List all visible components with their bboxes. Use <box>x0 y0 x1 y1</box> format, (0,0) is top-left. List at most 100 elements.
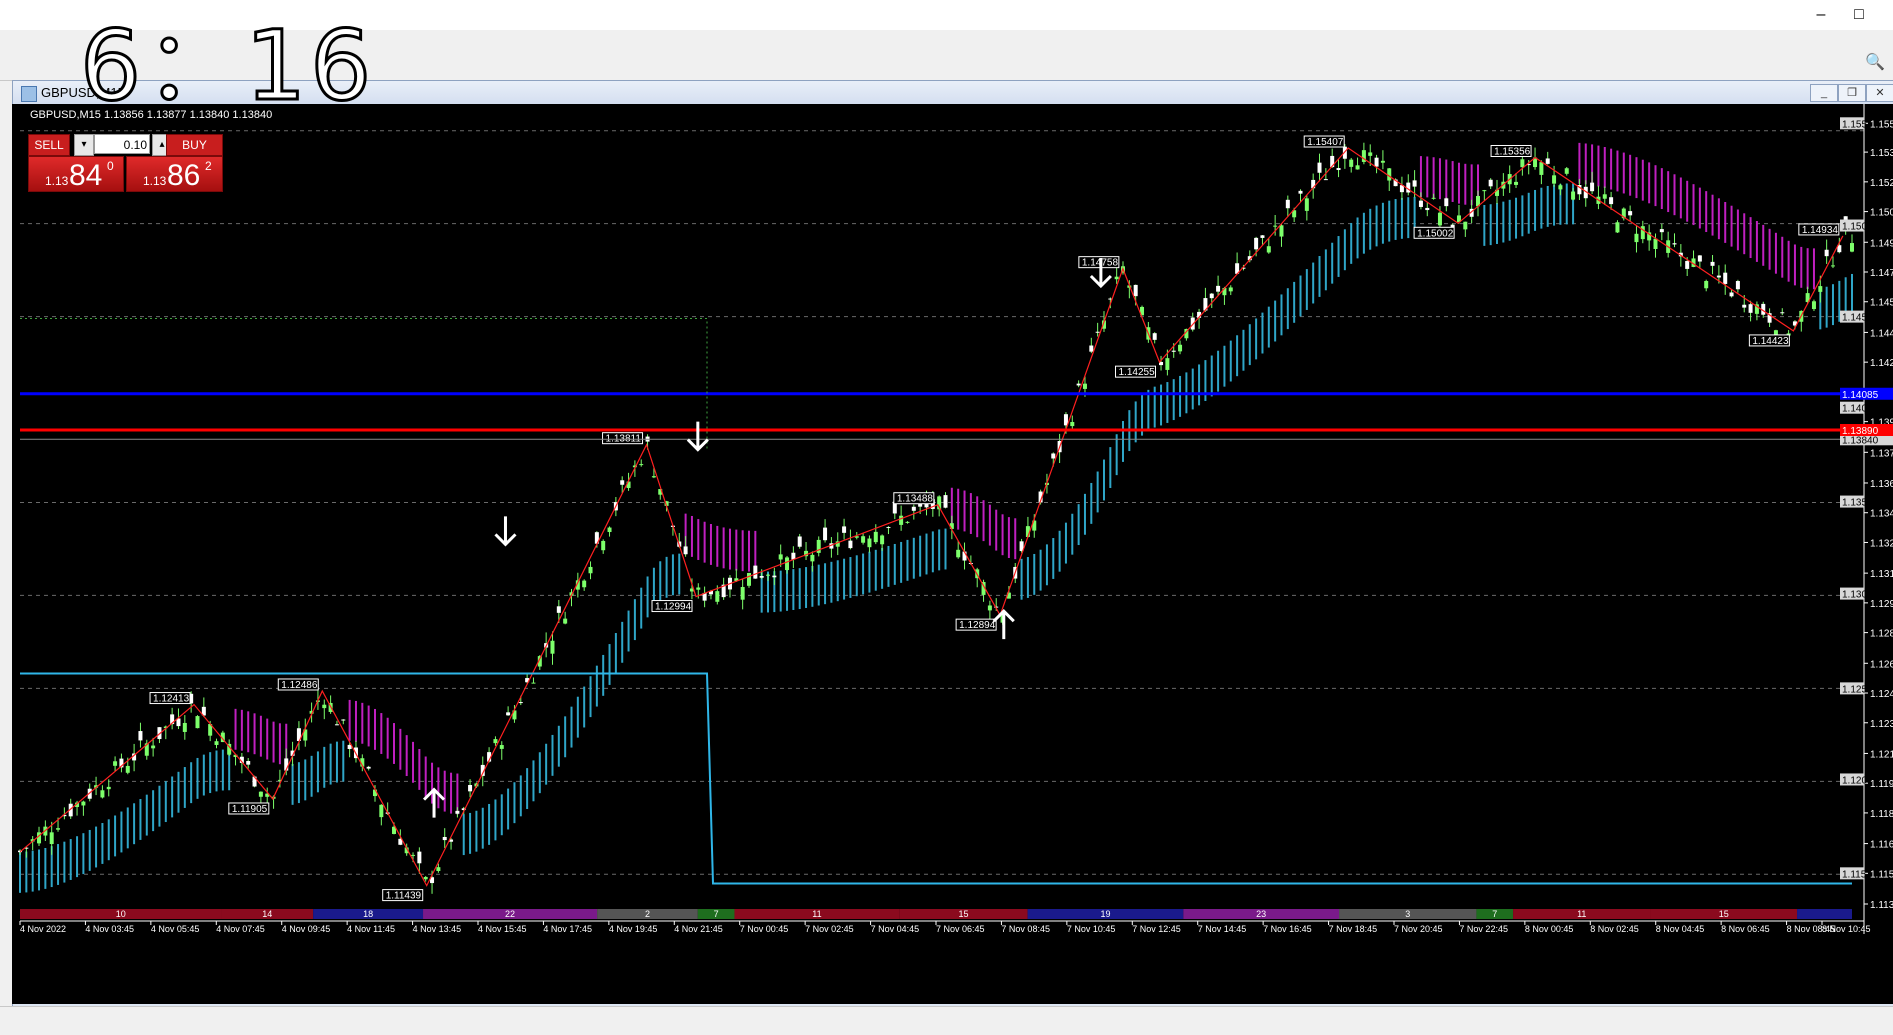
candle-body <box>607 527 612 533</box>
chart-restore-button[interactable]: ❐ <box>1838 84 1866 102</box>
candle-body <box>1114 276 1119 280</box>
candle-body <box>1171 350 1176 352</box>
candle-body <box>1070 422 1075 427</box>
candle-body <box>943 495 948 508</box>
time-tick-label: 4 Nov 13:45 <box>413 924 462 934</box>
price-tick-label: 1.13605 <box>1870 479 1893 490</box>
candle-body <box>1412 180 1417 187</box>
candle-body <box>411 854 416 856</box>
chart-minimize-button[interactable]: _ <box>1810 84 1838 102</box>
candle-body <box>639 464 644 466</box>
candle-body <box>436 867 441 872</box>
candle-body <box>1564 168 1569 174</box>
candle-body <box>455 810 460 814</box>
zigzag-label: 1.15356 <box>1494 146 1531 157</box>
candle-body <box>214 741 219 745</box>
candle-body <box>1279 225 1284 237</box>
candle-body <box>1374 157 1379 167</box>
candle-body <box>753 565 758 579</box>
candle-body <box>1266 246 1271 253</box>
price-tick-label: 1.13120 <box>1870 569 1893 580</box>
price-tick-label: 1.13770 <box>1870 448 1893 459</box>
price-label: 1.140 <box>1842 404 1867 415</box>
time-tick-label: 4 Nov 19:45 <box>609 924 658 934</box>
price-label: 1.13890 <box>1842 426 1879 437</box>
price-tick-label: 1.11990 <box>1870 779 1893 790</box>
time-tick-label: 4 Nov 05:45 <box>151 924 200 934</box>
session-label: 11 <box>812 909 821 919</box>
price-tick-label: 1.14900 <box>1870 238 1893 249</box>
time-tick-label: 4 Nov 21:45 <box>674 924 723 934</box>
candle-body <box>823 527 828 541</box>
candle-body <box>1482 190 1487 192</box>
chart-window-icon <box>21 86 37 102</box>
candle-body <box>1729 292 1734 297</box>
chart-close-button[interactable]: ✕ <box>1866 84 1893 102</box>
candle-body <box>1558 185 1563 190</box>
candle-body <box>1260 235 1265 238</box>
price-tick-label: 1.15540 <box>1870 119 1893 130</box>
candle-body <box>1545 158 1550 164</box>
candle-body <box>1437 212 1442 226</box>
buy-button[interactable]: BUY <box>166 134 223 156</box>
session-label: 15 <box>1719 909 1729 919</box>
time-tick-label: 7 Nov 00:45 <box>740 924 789 934</box>
candle-body <box>1387 168 1392 181</box>
candle-body <box>778 554 783 560</box>
candle-body <box>556 606 561 613</box>
candle-body <box>766 574 771 576</box>
candle-body <box>842 526 847 533</box>
session-label: 11 <box>1577 909 1586 919</box>
time-tick-label: 8 Nov 04:45 <box>1656 924 1705 934</box>
candle-body <box>651 476 656 478</box>
candle-body <box>106 786 111 790</box>
candle-body <box>797 536 802 547</box>
price-tick-label: 1.11340 <box>1870 900 1893 911</box>
sell-button[interactable]: SELL <box>28 134 70 156</box>
candle-body <box>246 761 251 765</box>
ask-quote[interactable]: 1.13 86 2 <box>126 156 223 192</box>
price-tick-label: 1.12150 <box>1870 749 1893 760</box>
time-tick-label: 7 Nov 10:45 <box>1067 924 1116 934</box>
time-tick-label: 8 Nov 02:45 <box>1590 924 1639 934</box>
zigzag-label: 1.12486 <box>281 680 318 691</box>
lot-decrease-button[interactable]: ▾ <box>74 134 94 156</box>
candle-body <box>499 745 504 749</box>
zigzag-label: 1.14423 <box>1752 336 1789 347</box>
chart-background <box>12 104 1893 1004</box>
bid-prefix: 1.13 <box>45 174 69 188</box>
price-tick-label: 1.12960 <box>1870 599 1893 610</box>
price-tick-label: 1.13285 <box>1870 538 1893 549</box>
candle-body <box>1285 199 1290 209</box>
price-chart[interactable]: GBPUSD,M15 1.13856 1.13877 1.13840 1.138… <box>12 104 1893 1004</box>
candle-body <box>1590 182 1595 192</box>
time-tick-label: 4 Nov 2022 <box>20 924 66 934</box>
maximize-button[interactable]: □ <box>1847 4 1871 26</box>
zigzag-label: 1.11439 <box>386 891 422 902</box>
candle-body <box>1076 383 1081 386</box>
candle-body <box>873 531 878 543</box>
candle-body <box>195 716 200 729</box>
lot-size-input[interactable]: 0.10 <box>94 134 150 154</box>
candle-body <box>341 719 346 721</box>
bid-quote[interactable]: 1.13 84 0 <box>28 156 124 192</box>
candle-body <box>1254 237 1259 250</box>
candle-body <box>506 712 511 716</box>
candle-body <box>1571 191 1576 200</box>
time-tick-label: 7 Nov 08:45 <box>1001 924 1050 934</box>
clock-overlay: 6：16 <box>78 10 376 122</box>
candle-body <box>563 618 568 624</box>
candle-body <box>1716 275 1721 278</box>
candle-body <box>1425 207 1430 211</box>
price-label: 1.115 <box>1842 869 1867 880</box>
candle-body <box>1609 197 1614 205</box>
search-icon[interactable]: 🔍 <box>1865 52 1885 72</box>
zigzag-label: 1.14255 <box>1119 367 1156 378</box>
price-tick-label: 1.15225 <box>1870 178 1893 189</box>
candle-body <box>810 554 815 562</box>
candle-body <box>601 540 606 551</box>
candle-body <box>1463 221 1468 230</box>
candle-body <box>886 527 891 529</box>
candle-body <box>1152 333 1157 340</box>
minimize-button[interactable]: – <box>1809 4 1833 26</box>
